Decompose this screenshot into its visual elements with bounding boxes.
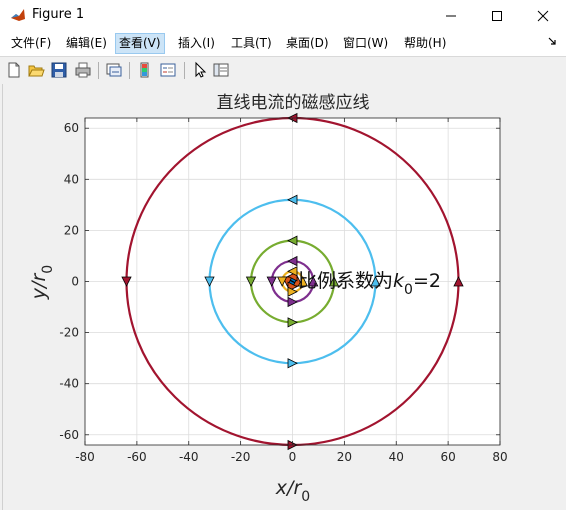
menu-tools[interactable]: 工具(T)	[228, 34, 275, 53]
pointer-icon[interactable]	[191, 61, 209, 79]
x-tick-label: 60	[440, 450, 455, 464]
y-tick-label: 20	[64, 223, 79, 237]
open-file-icon[interactable]	[27, 61, 45, 79]
menu-help[interactable]: 帮助(H)	[401, 34, 449, 53]
insert-colorbar-icon[interactable]	[136, 61, 154, 79]
maximize-icon	[492, 11, 502, 21]
x-tick-label: 40	[389, 450, 404, 464]
maximize-button[interactable]	[474, 0, 520, 31]
menu-insert[interactable]: 插入(I)	[175, 34, 218, 53]
property-inspector-icon[interactable]	[212, 61, 230, 79]
minimize-button[interactable]	[428, 0, 474, 31]
close-icon	[537, 10, 549, 22]
x-tick-label: -40	[179, 450, 199, 464]
y-tick-label: -60	[59, 428, 79, 442]
close-button[interactable]	[520, 0, 566, 31]
new-figure-icon[interactable]	[5, 61, 23, 79]
print-icon[interactable]	[74, 61, 92, 79]
minimize-icon	[446, 15, 456, 17]
plot-title: 直线电流的磁感应线	[217, 93, 370, 113]
plot-svg[interactable]: -80 -60 -40 -20 0 20 40 60 80 -60 -40 -20 0 20 40 60 直线…	[0, 84, 566, 510]
save-icon[interactable]	[50, 61, 68, 79]
menu-edit[interactable]: 编辑(E)	[63, 34, 110, 53]
toolbar-separator	[129, 62, 130, 79]
y-tick-label: 0	[71, 275, 79, 289]
y-axis-label-group: y/r0	[28, 265, 56, 300]
menu-desktop[interactable]: 桌面(D)	[283, 34, 332, 53]
matlab-logo-icon	[11, 9, 25, 21]
title-bar: Figure 1	[0, 0, 566, 31]
y-tick-label: 60	[64, 121, 79, 135]
x-tick-label: -60	[127, 450, 147, 464]
figure-border	[2, 84, 3, 510]
x-tick-label: 0	[289, 450, 297, 464]
y-tick-label: -40	[59, 377, 79, 391]
toolbar-separator	[98, 62, 99, 79]
x-axis-label: x/r0	[275, 477, 310, 505]
toolbar-separator	[184, 62, 185, 79]
y-tick-label: -20	[59, 326, 79, 340]
menu-view[interactable]: 查看(V)	[115, 33, 165, 54]
dock-arrow-icon[interactable]	[548, 37, 556, 45]
toolbar	[0, 56, 566, 85]
y-axis-label: y/r0	[28, 265, 56, 300]
x-tick-label: 20	[337, 450, 352, 464]
figure-canvas: -80 -60 -40 -20 0 20 40 60 80 -60 -40 -20 0 20 40 60 直线…	[0, 84, 566, 510]
insert-legend-icon[interactable]	[159, 61, 177, 79]
window-title: Figure 1	[32, 7, 85, 22]
menu-bar: 文件(F) 编辑(E) 查看(V) 插入(I) 工具(T) 桌面(D) 窗口(W…	[0, 31, 566, 55]
x-tick-label: -20	[231, 450, 251, 464]
x-tick-label: -80	[75, 450, 95, 464]
menu-file[interactable]: 文件(F)	[8, 34, 54, 53]
y-tick-label: 40	[64, 172, 79, 186]
x-tick-label: 80	[492, 450, 507, 464]
menu-window[interactable]: 窗口(W)	[340, 34, 391, 53]
link-plot-icon[interactable]	[105, 61, 123, 79]
